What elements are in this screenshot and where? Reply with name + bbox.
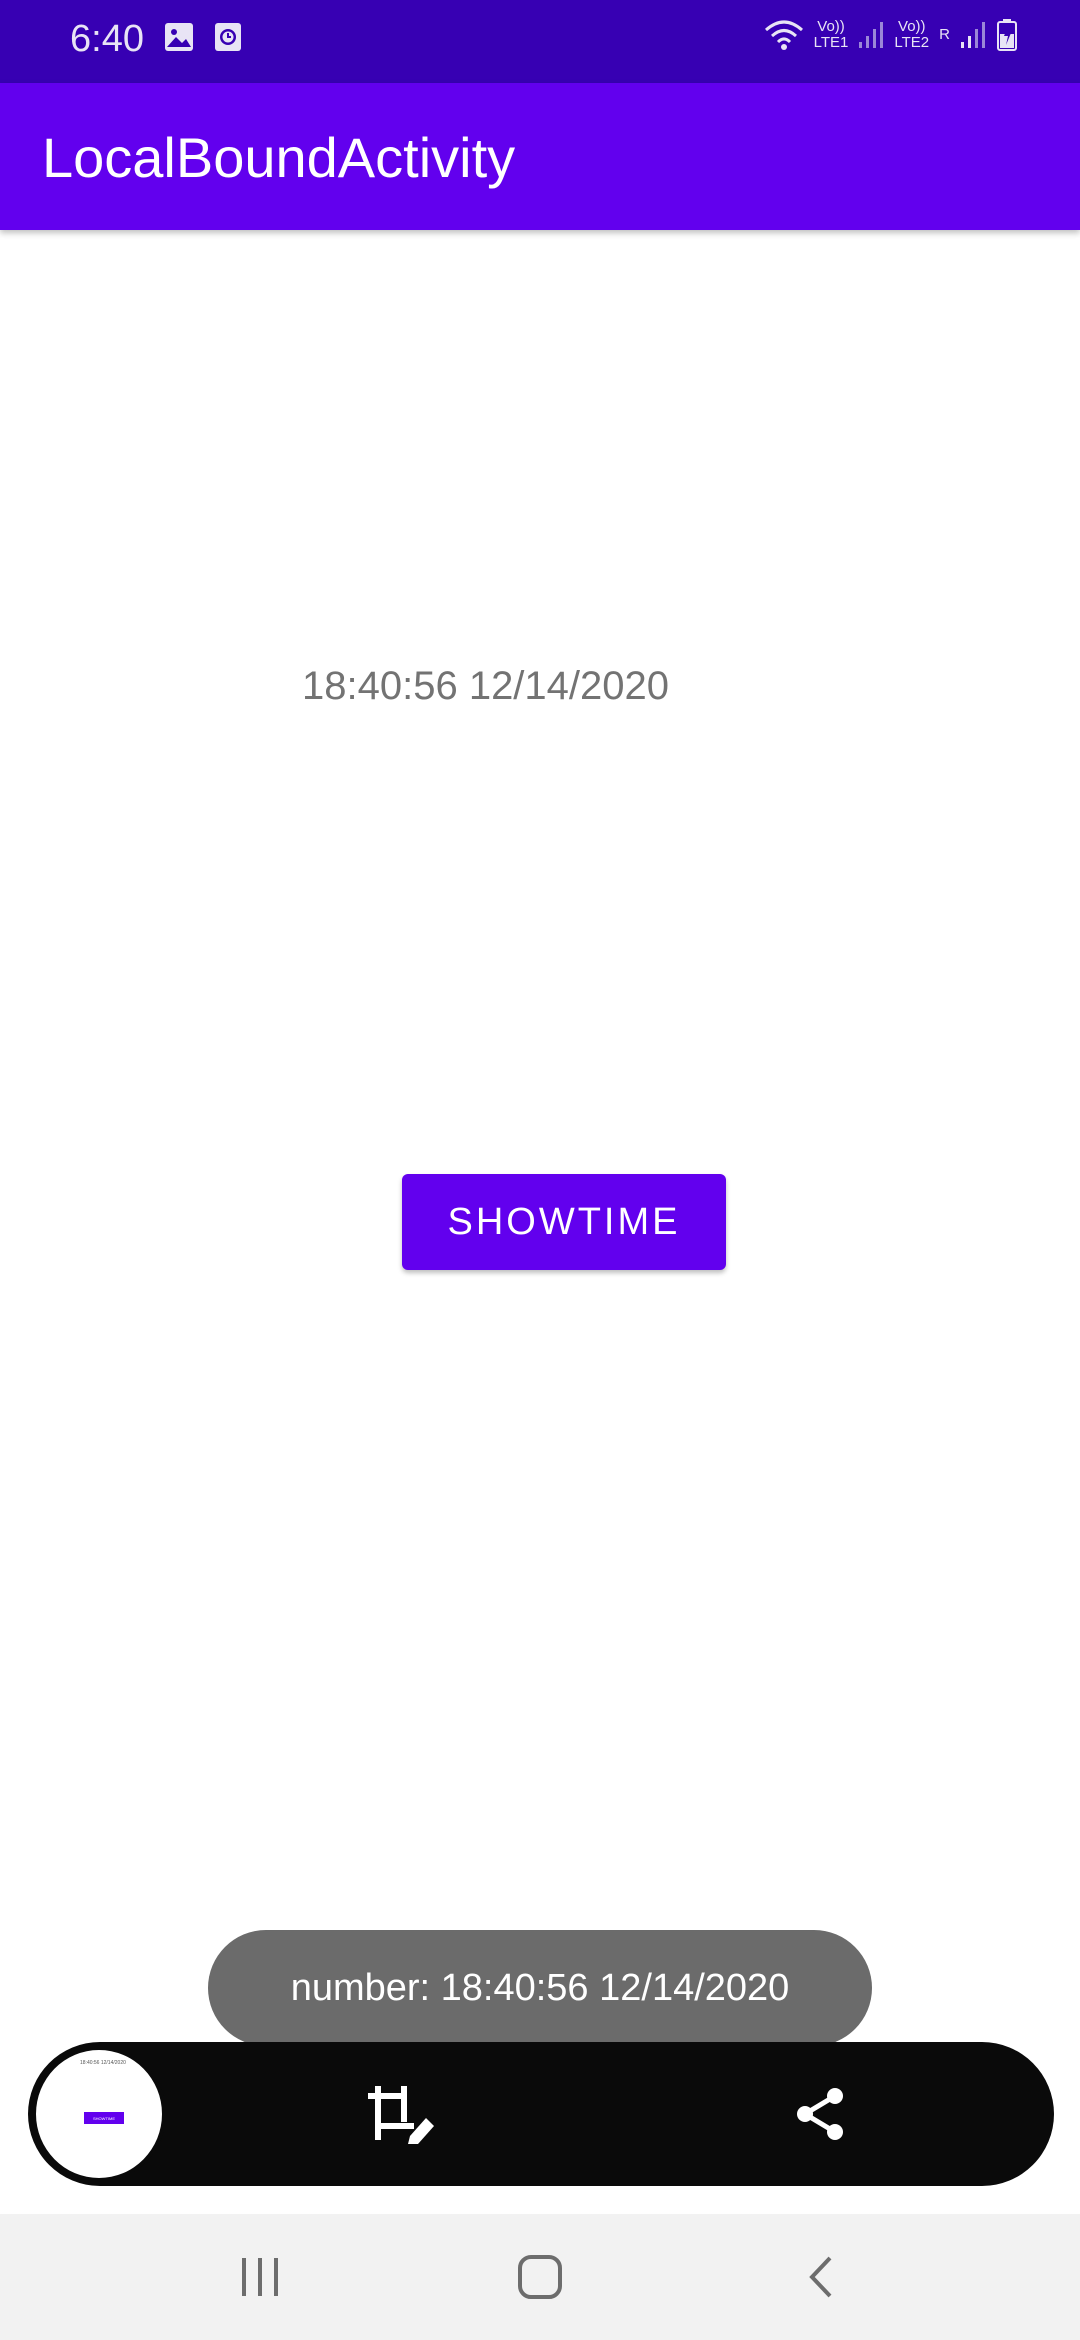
thumbnail-button: SHOWTIME <box>84 2112 124 2124</box>
share-button[interactable] <box>790 2080 852 2148</box>
screenshot-thumbnail[interactable]: 18:40:56 12/14/2020 SHOWTIME <box>32 2046 166 2182</box>
showtime-button[interactable]: SHOWTIME <box>402 1174 726 1270</box>
roaming-label: R <box>939 26 950 43</box>
clock-icon <box>215 23 241 51</box>
signal-icon <box>961 22 985 48</box>
home-icon <box>518 2255 562 2299</box>
status-right-icons: Vo)) LTE1 Vo)) LTE2 R <box>764 18 1018 52</box>
recents-icon <box>242 2258 278 2296</box>
crop-edit-icon <box>368 2086 434 2144</box>
signal-icon <box>859 22 884 48</box>
screen: 6:40 Vo)) LTE1 Vo)) LTE2 R LocalBoundAct… <box>0 0 1080 2340</box>
sim1-label: Vo)) LTE1 <box>813 18 849 51</box>
image-icon <box>165 23 193 51</box>
battery-icon <box>997 19 1017 51</box>
toast: number: 18:40:56 12/14/2020 <box>208 1930 872 2046</box>
status-bar: 6:40 Vo)) LTE1 Vo)) LTE2 R <box>0 0 1080 83</box>
back-button[interactable] <box>798 2252 848 2302</box>
toast-message: number: 18:40:56 12/14/2020 <box>290 1966 790 2009</box>
back-icon <box>809 2256 832 2298</box>
app-title: LocalBoundActivity <box>42 126 516 189</box>
sim2-label: Vo)) LTE2 <box>894 18 930 51</box>
recents-button[interactable] <box>232 2254 288 2300</box>
crop-edit-button[interactable] <box>362 2078 438 2150</box>
screenshot-toolbar: 18:40:56 12/14/2020 SHOWTIME <box>28 2042 1054 2186</box>
status-time: 6:40 <box>70 18 144 60</box>
home-button[interactable] <box>510 2252 570 2302</box>
app-bar: LocalBoundActivity <box>0 83 1080 230</box>
navigation-bar <box>0 2214 1080 2340</box>
wifi-icon <box>764 20 803 50</box>
status-left-icons <box>164 22 242 52</box>
share-icon <box>797 2088 843 2140</box>
thumbnail-time-text: 18:40:56 12/14/2020 <box>80 2060 126 2066</box>
time-text: 18:40:56 12/14/2020 <box>302 664 670 708</box>
